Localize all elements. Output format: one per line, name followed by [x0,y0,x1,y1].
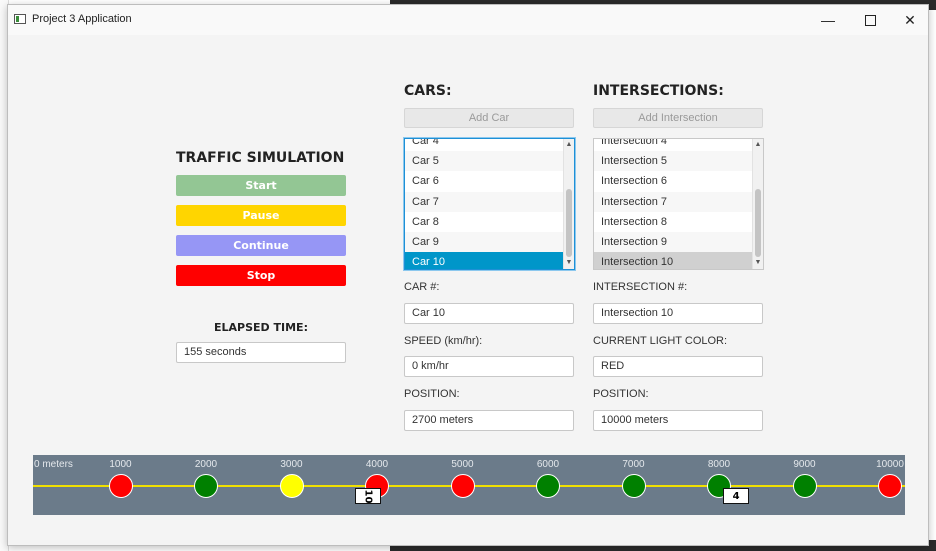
intersection-list-item[interactable]: Intersection 6 [594,171,752,191]
main-content: TRAFFIC SIMULATION Start Pause Continue … [8,35,928,545]
stop-button[interactable]: Stop [176,265,346,286]
car-marker-label: 4 [732,490,740,502]
intersection-list-item[interactable]: Intersection 8 [594,212,752,232]
pause-button[interactable]: Pause [176,205,346,226]
maximize-icon [864,14,876,26]
light-color-label: CURRENT LIGHT COLOR: [593,335,728,347]
maximize-button[interactable] [850,5,890,35]
app-icon [14,14,26,24]
traffic-light [450,474,475,498]
cars-title: CARS: [404,83,452,99]
minimize-button[interactable]: — [808,5,848,35]
intersection-list-item[interactable]: Intersection 10 [594,252,752,269]
intersections-title: INTERSECTIONS: [593,83,724,99]
intersection-list-items: Intersection 4 Intersection 5 Intersection… [594,139,752,269]
track-tick-label: 2000 [194,459,218,470]
car-list-item[interactable]: Car 7 [405,191,563,212]
intersection-list-item[interactable]: Intersection 7 [594,191,752,212]
intersection-number-label: INTERSECTION #: [593,281,688,293]
car-marker: 4 [723,488,750,504]
scroll-down-icon[interactable]: ▼ [564,258,574,268]
elapsed-time-field[interactable]: 155 seconds [176,342,346,363]
car-position-label: POSITION: [404,388,460,400]
close-button[interactable]: ✕ [890,5,930,35]
add-car-button[interactable]: Add Car [404,108,574,128]
elapsed-time-label: ELAPSED TIME: [214,321,308,334]
close-icon: ✕ [904,11,916,28]
window-title: Project 3 Application [32,13,132,25]
speed-field[interactable]: 0 km/hr [404,356,574,377]
intersection-list-item[interactable]: Intersection 9 [594,231,752,253]
track-tick-label: 6000 [536,459,560,470]
car-list-item[interactable]: Car 5 [405,151,563,172]
light-color-field[interactable]: RED [593,356,763,377]
traffic-light [279,474,304,498]
track-tick-label: 4000 [365,459,389,470]
intersection-position-field[interactable]: 10000 meters [593,410,763,431]
traffic-light [536,474,560,498]
car-list-item[interactable]: Car 9 [405,231,563,253]
traffic-light [878,474,902,498]
simulation-title: TRAFFIC SIMULATION [176,150,345,166]
car-list[interactable]: Car 4 Car 5 Car 6 Car 7 Car 8 Car 9 Car 10 ▲ ▼ [404,138,575,270]
track-tick-label: 9000 [793,459,816,470]
traffic-track: 0 meters 1000 2000 3000 4000 5000 6000 7000 800… [33,455,905,515]
intersection-list-item[interactable]: Intersection 5 [594,151,752,172]
traffic-light [792,474,817,498]
car-position-field[interactable]: 2700 meters [404,410,574,431]
intersection-list[interactable]: Intersection 4 Intersection 5 Intersection… [593,138,764,270]
title-bar[interactable]: Project 3 Application — ✕ [8,5,928,35]
traffic-light [108,474,133,498]
intersection-list-scrollbar[interactable]: ▲ ▼ [752,139,763,269]
track-tick-label: 1000 [109,459,132,470]
car-marker-label: 10 [362,489,374,503]
scroll-up-icon[interactable]: ▲ [564,140,574,150]
car-list-item[interactable]: Car 10 [405,252,563,269]
add-intersection-button[interactable]: Add Intersection [593,108,763,128]
track-tick-label: 8000 [707,459,731,470]
car-list-item[interactable]: Car 8 [405,212,563,232]
traffic-light [621,474,646,498]
scroll-up-icon[interactable]: ▲ [753,140,763,150]
car-number-label: CAR #: [404,281,440,293]
track-tick-label: 10000 [876,459,904,470]
intersection-position-label: POSITION: [593,388,649,400]
continue-button[interactable]: Continue [176,235,346,256]
track-tick-label: 3000 [280,459,303,470]
track-tick-label: 7000 [622,459,645,470]
traffic-light [194,474,218,498]
car-list-item[interactable]: Car 6 [405,171,563,191]
intersection-list-item[interactable]: Intersection 4 [594,139,752,151]
track-start-label: 0 meters [34,459,73,470]
minimize-icon: — [821,12,835,28]
car-list-item[interactable]: Car 4 [405,139,563,151]
car-marker: 10 [355,488,382,504]
car-list-items: Car 4 Car 5 Car 6 Car 7 Car 8 Car 9 Car 10 [405,139,563,269]
start-button[interactable]: Start [176,175,346,196]
scroll-thumb[interactable] [755,189,761,257]
scroll-down-icon[interactable]: ▼ [753,258,763,268]
scroll-thumb[interactable] [566,189,572,257]
car-list-scrollbar[interactable]: ▲ ▼ [563,139,574,269]
track-tick-label: 5000 [451,459,474,470]
car-number-field[interactable]: Car 10 [404,303,574,324]
intersection-number-field[interactable]: Intersection 10 [593,303,763,324]
app-window: Project 3 Application — ✕ TRAFFIC SIMULA… [7,4,929,546]
speed-label: SPEED (km/hr): [404,335,483,347]
